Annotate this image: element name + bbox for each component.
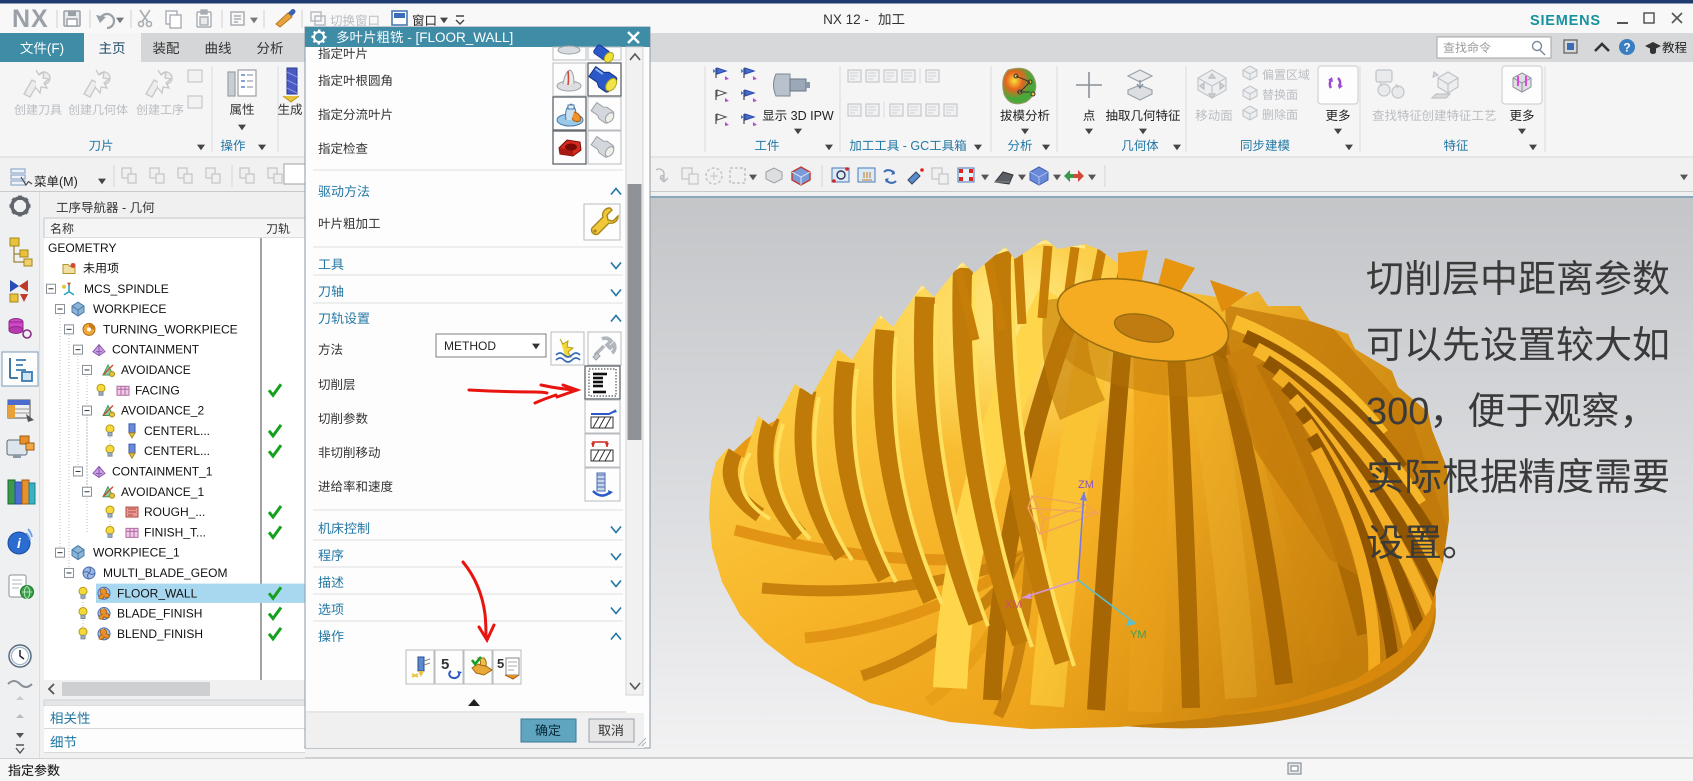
svg-text:WORKPIECE: WORKPIECE	[93, 302, 166, 316]
svg-text:NX 12 -: NX 12 -	[823, 12, 869, 27]
svg-text:MULTI_BLADE_GEOM: MULTI_BLADE_GEOM	[103, 566, 227, 580]
svg-text:GEOMETRY: GEOMETRY	[48, 241, 116, 255]
svg-text:- [FLOOR_WALL]: - [FLOOR_WALL]	[404, 30, 514, 45]
svg-text:?: ?	[1623, 41, 1630, 55]
svg-text:ZM: ZM	[1078, 479, 1094, 491]
svg-text:YM: YM	[1130, 629, 1147, 641]
svg-text:XM: XM	[1005, 599, 1022, 611]
svg-text:CENTERL...: CENTERL...	[144, 444, 210, 458]
svg-text:TURNING_WORKPIECE: TURNING_WORKPIECE	[103, 322, 238, 336]
svg-text:(F): (F)	[47, 41, 64, 56]
svg-text:NX: NX	[12, 5, 49, 33]
svg-text:BLEND_FINISH: BLEND_FINISH	[117, 627, 203, 641]
svg-text:MCS_SPINDLE: MCS_SPINDLE	[84, 282, 169, 296]
svg-text:CENTERL...: CENTERL...	[144, 424, 210, 438]
svg-text:CONTAINMENT_1: CONTAINMENT_1	[112, 464, 213, 478]
svg-text:3D IPW: 3D IPW	[787, 109, 834, 123]
svg-text:WORKPIECE_1: WORKPIECE_1	[93, 546, 180, 560]
svg-text:-: -	[119, 201, 130, 215]
svg-text:SIEMENS: SIEMENS	[1530, 13, 1601, 29]
svg-text:FACING: FACING	[135, 383, 180, 397]
svg-text:5: 5	[497, 656, 504, 671]
svg-text:300: 300	[1366, 391, 1429, 433]
svg-text:METHOD: METHOD	[444, 339, 496, 353]
svg-text:AVOIDANCE_2: AVOIDANCE_2	[121, 404, 204, 418]
svg-text:AVOIDANCE_1: AVOIDANCE_1	[121, 485, 204, 499]
svg-text:ROUGH_...: ROUGH_...	[144, 505, 205, 519]
svg-text:FLOOR_WALL: FLOOR_WALL	[117, 586, 198, 600]
svg-text:(M): (M)	[59, 175, 78, 189]
svg-text:5: 5	[441, 656, 449, 673]
svg-text:AVOIDANCE: AVOIDANCE	[121, 363, 191, 377]
svg-text:BLADE_FINISH: BLADE_FINISH	[117, 607, 202, 621]
svg-text:CONTAINMENT: CONTAINMENT	[112, 343, 200, 357]
svg-text:FINISH_T...: FINISH_T...	[144, 525, 206, 539]
svg-text:- GC: - GC	[899, 139, 929, 153]
